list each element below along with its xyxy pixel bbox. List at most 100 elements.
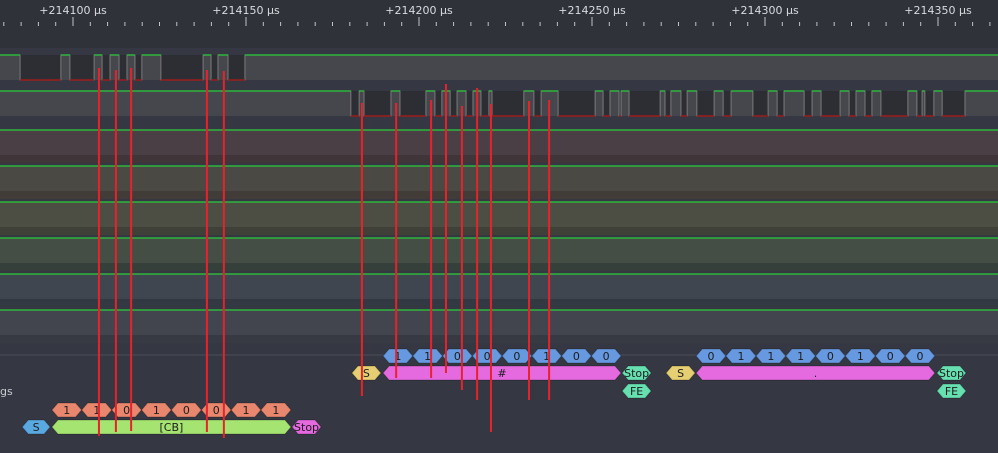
channel-5 xyxy=(0,201,998,235)
ruler-label: +214200 µs xyxy=(385,4,453,17)
ruler-label: +214350 µs xyxy=(904,4,972,17)
high-fill xyxy=(0,238,998,263)
high-fill xyxy=(964,91,998,116)
annotation-text: FE xyxy=(945,385,958,398)
annotation: 1 xyxy=(51,402,83,418)
annotation-text: . xyxy=(814,367,818,380)
high-fill xyxy=(812,91,822,116)
channel-2 xyxy=(0,90,998,117)
high-fill xyxy=(0,166,998,191)
channel-7 xyxy=(0,273,998,307)
annotation-text: 1 xyxy=(857,350,864,363)
decoder-row-label: gs xyxy=(0,385,13,398)
annotation-text: 1 xyxy=(797,350,804,363)
annotation-text: 0 xyxy=(708,350,715,363)
decoder-row-rx-bits: 11010011 xyxy=(51,402,292,418)
high-fill xyxy=(0,130,998,155)
annotation: S xyxy=(665,365,696,381)
annotation: 1 xyxy=(230,402,262,418)
annotation: 0 xyxy=(441,348,473,364)
high-fill xyxy=(731,91,753,116)
annotation-text: 0 xyxy=(887,350,894,363)
high-fill xyxy=(141,55,161,80)
annotation-text: S xyxy=(363,367,370,380)
annotation: 0 xyxy=(814,348,846,364)
annotation: FE xyxy=(621,383,652,399)
annotation: 1 xyxy=(260,402,292,418)
annotation-text: 0 xyxy=(513,350,520,363)
channel-strip xyxy=(0,227,998,235)
annotation-text: S xyxy=(677,367,684,380)
annotation: 1 xyxy=(140,402,172,418)
channel-strip xyxy=(0,263,998,271)
annotation-text: 0 xyxy=(573,350,580,363)
decoder-row-tx-warnings: FE FE xyxy=(621,383,967,399)
annotation: S xyxy=(351,365,382,381)
high-fill xyxy=(110,55,120,80)
high-fill xyxy=(687,91,697,116)
channel-8 xyxy=(0,309,998,343)
annotation: 1 xyxy=(785,348,817,364)
high-fill xyxy=(933,91,943,116)
ruler-label: +214250 µs xyxy=(558,4,626,17)
annotation-text: [CB] xyxy=(160,421,184,434)
annotation: # xyxy=(382,365,622,381)
annotation: 0 xyxy=(590,348,622,364)
annotation: 1 xyxy=(382,348,414,364)
annotation-text: 0 xyxy=(123,404,130,417)
high-fill xyxy=(0,274,998,299)
annotation-text: FE xyxy=(630,385,643,398)
annotation-text: 0 xyxy=(454,350,461,363)
channel-3 xyxy=(0,129,998,163)
annotation: Stop xyxy=(291,419,322,435)
channel-1 xyxy=(0,54,998,81)
annotation: 1 xyxy=(725,348,757,364)
annotation-text: Stop xyxy=(939,367,964,380)
ruler-label: +214100 µs xyxy=(39,4,107,17)
ruler-label: +214150 µs xyxy=(212,4,280,17)
high-fill xyxy=(0,91,351,116)
annotation-text: 0 xyxy=(213,404,220,417)
annotation-text: 1 xyxy=(153,404,160,417)
channel-strip xyxy=(0,335,998,343)
ruler-label: +214300 µs xyxy=(731,4,799,17)
logic-analyzer-view[interactable]: +214100 µs +214150 µs +214200 µs +214250 µs… xyxy=(0,0,998,453)
annotation-text: 1 xyxy=(63,404,70,417)
annotation-text: 1 xyxy=(272,404,279,417)
decoder-annotations: 1 1 0 0 0 1 0 0 0 1 1 1 0 1 0 0S # Stop S. StopFE FE1 1 0 1 0 0 1 1… xyxy=(21,348,967,435)
annotation-text: 0 xyxy=(183,404,190,417)
annotation: 0 xyxy=(695,348,727,364)
channel-strip xyxy=(0,155,998,163)
annotation: 0 xyxy=(904,348,936,364)
annotation-text: 1 xyxy=(767,350,774,363)
annotation-text: 1 xyxy=(243,404,250,417)
high-fill xyxy=(660,91,666,116)
annotation: 1 xyxy=(412,348,444,364)
high-fill xyxy=(609,91,619,116)
high-fill xyxy=(871,91,881,116)
high-fill xyxy=(907,91,917,116)
annotation-text: Stop xyxy=(294,421,319,434)
annotation-text: 0 xyxy=(484,350,491,363)
channel-4 xyxy=(0,165,998,199)
high-fill xyxy=(714,91,724,116)
annotation: 0 xyxy=(200,402,232,418)
annotation: 1 xyxy=(844,348,877,364)
annotation-text: 0 xyxy=(917,350,924,363)
annotation: Stop xyxy=(621,365,652,381)
annotation: 0 xyxy=(560,348,592,364)
high-fill xyxy=(621,91,630,116)
ruler-background xyxy=(0,0,998,48)
decoder-row-tx-data: S # Stop S. Stop xyxy=(351,365,967,381)
high-fill xyxy=(0,202,998,227)
annotation: Stop xyxy=(936,365,967,381)
high-fill xyxy=(768,91,778,116)
annotation-text: 0 xyxy=(827,350,834,363)
high-fill xyxy=(855,91,865,116)
annotation-text: Stop xyxy=(624,367,649,380)
high-fill xyxy=(0,310,998,335)
channel-strip xyxy=(0,299,998,307)
high-fill xyxy=(244,55,998,80)
high-fill xyxy=(840,91,850,116)
annotation: [CB] xyxy=(51,419,292,435)
